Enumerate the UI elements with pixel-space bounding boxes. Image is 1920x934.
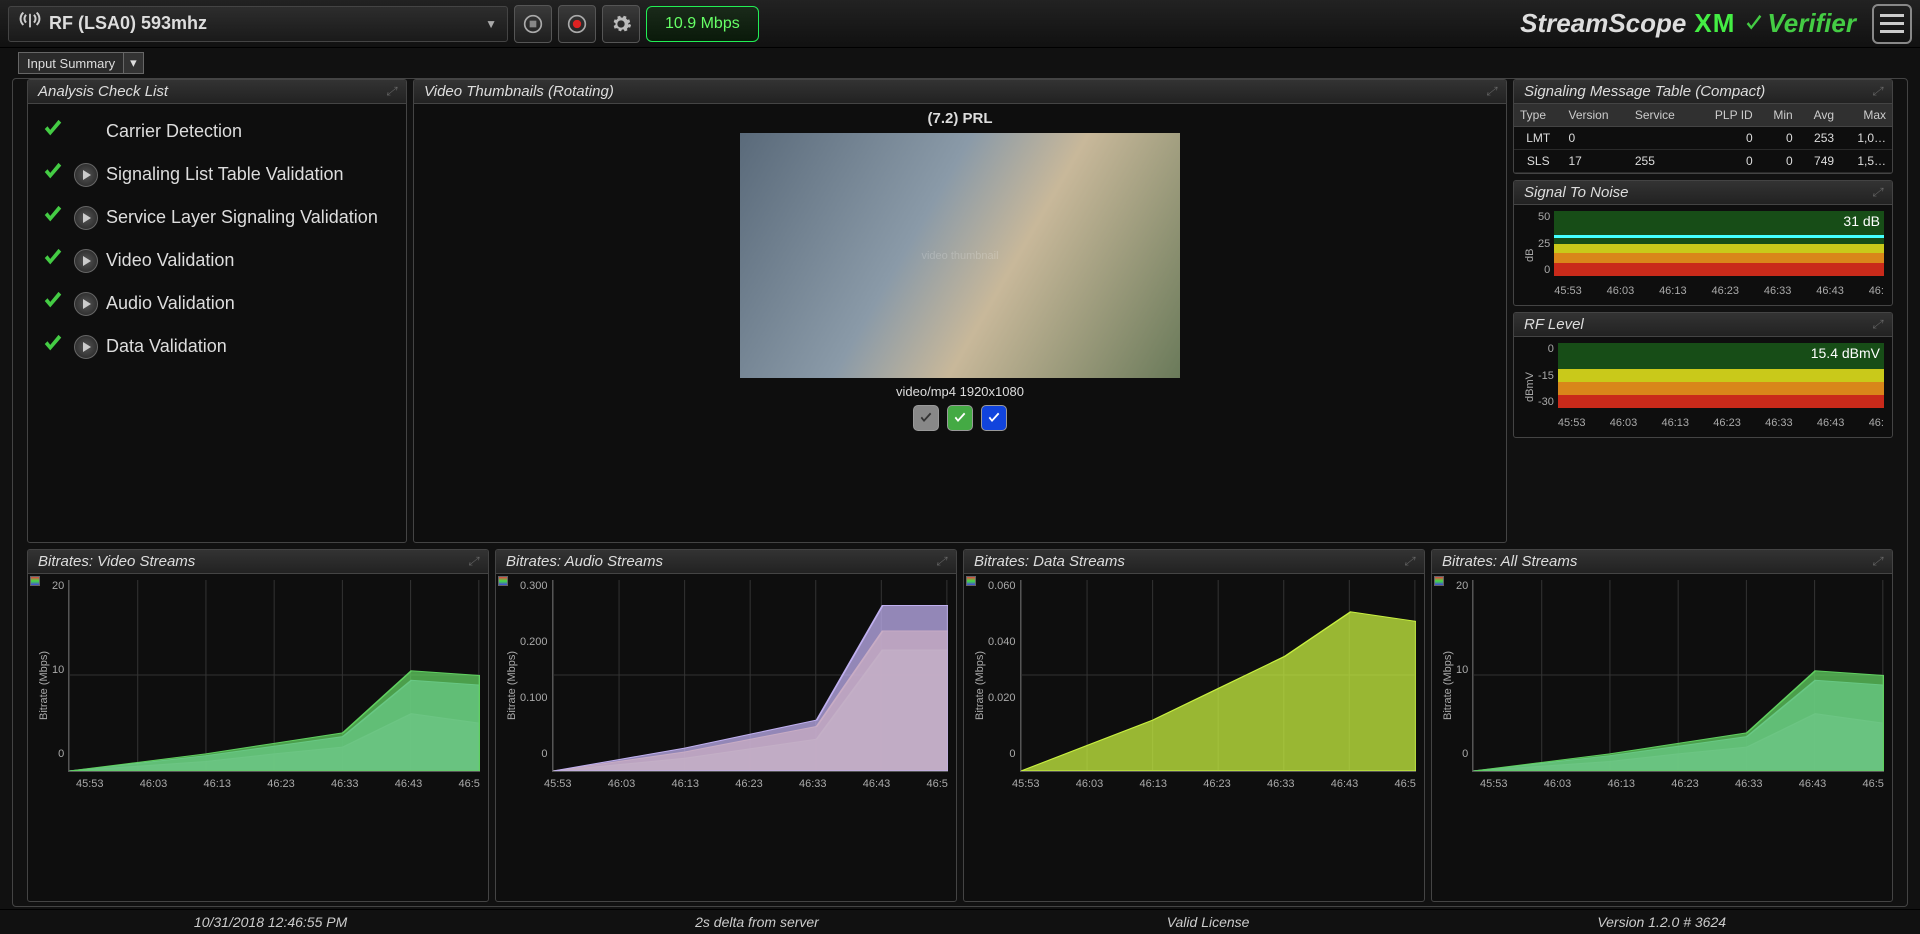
checklist-item[interactable]: Carrier Detection [36, 110, 398, 153]
bitrate-display: 10.9 Mbps [646, 6, 759, 42]
record-button[interactable] [558, 5, 596, 43]
play-icon[interactable] [74, 249, 98, 273]
grip-icon[interactable]: ⤢ [1486, 84, 1496, 99]
main-grid: Analysis Check List ⤢ Carrier Detection Si… [12, 78, 1908, 907]
grip-icon[interactable]: ⤢ [1872, 317, 1882, 332]
panel-title: Bitrates: Audio Streams [506, 553, 663, 570]
footer-time: 10/31/2018 12:46:55 PM [194, 914, 347, 930]
grip-icon[interactable]: ⤢ [1872, 185, 1882, 200]
check-icon [40, 247, 66, 274]
subbar: Input Summary ▾ [0, 48, 1920, 78]
chevron-down-icon: ▾ [123, 53, 143, 73]
checklist-label: Video Validation [106, 250, 234, 271]
grip-icon[interactable]: ⤢ [1872, 554, 1882, 569]
checklist-label: Signaling List Table Validation [106, 164, 344, 185]
video-channel-label: (7.2) PRL [927, 110, 992, 127]
signaling-table: TypeVersionServicePLP IDMinAvgMax LMT000… [1514, 104, 1892, 173]
panel-title: RF Level [1524, 316, 1584, 333]
stop-button[interactable] [514, 5, 552, 43]
checklist-panel: Analysis Check List ⤢ Carrier Detection Si… [27, 79, 407, 543]
checklist-item[interactable]: Service Layer Signaling Validation [36, 196, 398, 239]
snr-panel: Signal To Noise ⤢ dB 50250 31 dB 45:5346:… [1513, 180, 1893, 306]
footer-license: Valid License [1167, 914, 1250, 930]
verifier-check-icon [1743, 13, 1765, 35]
rf-chart: dBmV 0-15-30 15.4 dBmV 45:5346:0346:1346… [1522, 343, 1884, 431]
brand-logo: StreamScope XM Verifier [1520, 8, 1856, 39]
checklist-label: Data Validation [106, 336, 227, 357]
settings-button[interactable] [602, 5, 640, 43]
rf-level-panel: RF Level ⤢ dBmV 0-15-30 15.4 dBmV 45:5346… [1513, 312, 1893, 438]
play-icon[interactable] [74, 335, 98, 359]
grip-icon[interactable]: ⤢ [1404, 554, 1414, 569]
bitrates-audio-panel: Bitrates: Audio Streams⤢ Bitrate (Mbps)0… [495, 549, 957, 902]
checklist-item[interactable]: Data Validation [36, 325, 398, 368]
video-thumbnail[interactable]: video thumbnail [740, 133, 1180, 378]
panel-title: Signaling Message Table (Compact) [1524, 83, 1765, 100]
bitrate-row: Bitrates: Video Streams⤢ Bitrate (Mbps)2… [27, 549, 1893, 902]
video-panel: Video Thumbnails (Rotating) ⤢ (7.2) PRL v… [413, 79, 1507, 543]
right-column: Signaling Message Table (Compact) ⤢ TypeV… [1513, 79, 1893, 543]
panel-title: Bitrates: All Streams [1442, 553, 1577, 570]
play-icon[interactable] [74, 163, 98, 187]
footer-version: Version 1.2.0 # 3624 [1597, 914, 1726, 930]
panel-title: Analysis Check List [38, 83, 168, 100]
checklist-label: Audio Validation [106, 293, 235, 314]
chevron-down-icon: ▼ [485, 17, 497, 31]
check-icon [40, 290, 66, 317]
checklist-item[interactable]: Signaling List Table Validation [36, 153, 398, 196]
bitrates-data-panel: Bitrates: Data Streams⤢ Bitrate (Mbps)0.… [963, 549, 1425, 902]
grip-icon[interactable]: ⤢ [1872, 84, 1882, 99]
check-icon [40, 333, 66, 360]
panel-title: Signal To Noise [1524, 184, 1629, 201]
view-dropdown[interactable]: Input Summary ▾ [18, 52, 144, 74]
video-toggle-row [911, 405, 1008, 431]
footer-delta: 2s delta from server [695, 914, 819, 930]
toggle-button-green[interactable] [947, 405, 973, 431]
rf-source-label: RF (LSA0) 593mhz [49, 13, 207, 34]
grip-icon[interactable]: ⤢ [386, 84, 396, 99]
footer: 10/31/2018 12:46:55 PM 2s delta from ser… [0, 909, 1920, 934]
antenna-icon [19, 10, 41, 37]
toggle-button-blue[interactable] [981, 405, 1007, 431]
video-caption: video/mp4 1920x1080 [896, 384, 1024, 399]
signaling-table-panel: Signaling Message Table (Compact) ⤢ TypeV… [1513, 79, 1893, 174]
check-icon [40, 118, 66, 145]
toggle-button-gray[interactable] [913, 405, 939, 431]
table-row[interactable]: SLS17255007491,5… [1514, 150, 1892, 173]
play-icon[interactable] [74, 206, 98, 230]
bitrates-all-panel: Bitrates: All Streams⤢ Bitrate (Mbps)201… [1431, 549, 1893, 902]
snr-chart: dB 50250 31 dB 45:5346:0346:1346:2346:33… [1522, 211, 1884, 299]
panel-title: Bitrates: Data Streams [974, 553, 1125, 570]
table-row[interactable]: LMT0002531,0… [1514, 127, 1892, 150]
topbar: RF (LSA0) 593mhz ▼ 10.9 Mbps StreamScope… [0, 0, 1920, 48]
checklist-label: Carrier Detection [106, 121, 242, 142]
checklist-item[interactable]: Video Validation [36, 239, 398, 282]
grip-icon[interactable]: ⤢ [468, 554, 478, 569]
panel-title: Bitrates: Video Streams [38, 553, 195, 570]
checklist-label: Service Layer Signaling Validation [106, 207, 378, 228]
rf-source-dropdown[interactable]: RF (LSA0) 593mhz ▼ [8, 6, 508, 42]
bitrates-video-panel: Bitrates: Video Streams⤢ Bitrate (Mbps)2… [27, 549, 489, 902]
grip-icon[interactable]: ⤢ [936, 554, 946, 569]
check-icon [40, 161, 66, 188]
checklist-item[interactable]: Audio Validation [36, 282, 398, 325]
hamburger-menu-button[interactable] [1872, 4, 1912, 44]
panel-title: Video Thumbnails (Rotating) [424, 83, 614, 100]
play-icon[interactable] [74, 292, 98, 316]
check-icon [40, 204, 66, 231]
